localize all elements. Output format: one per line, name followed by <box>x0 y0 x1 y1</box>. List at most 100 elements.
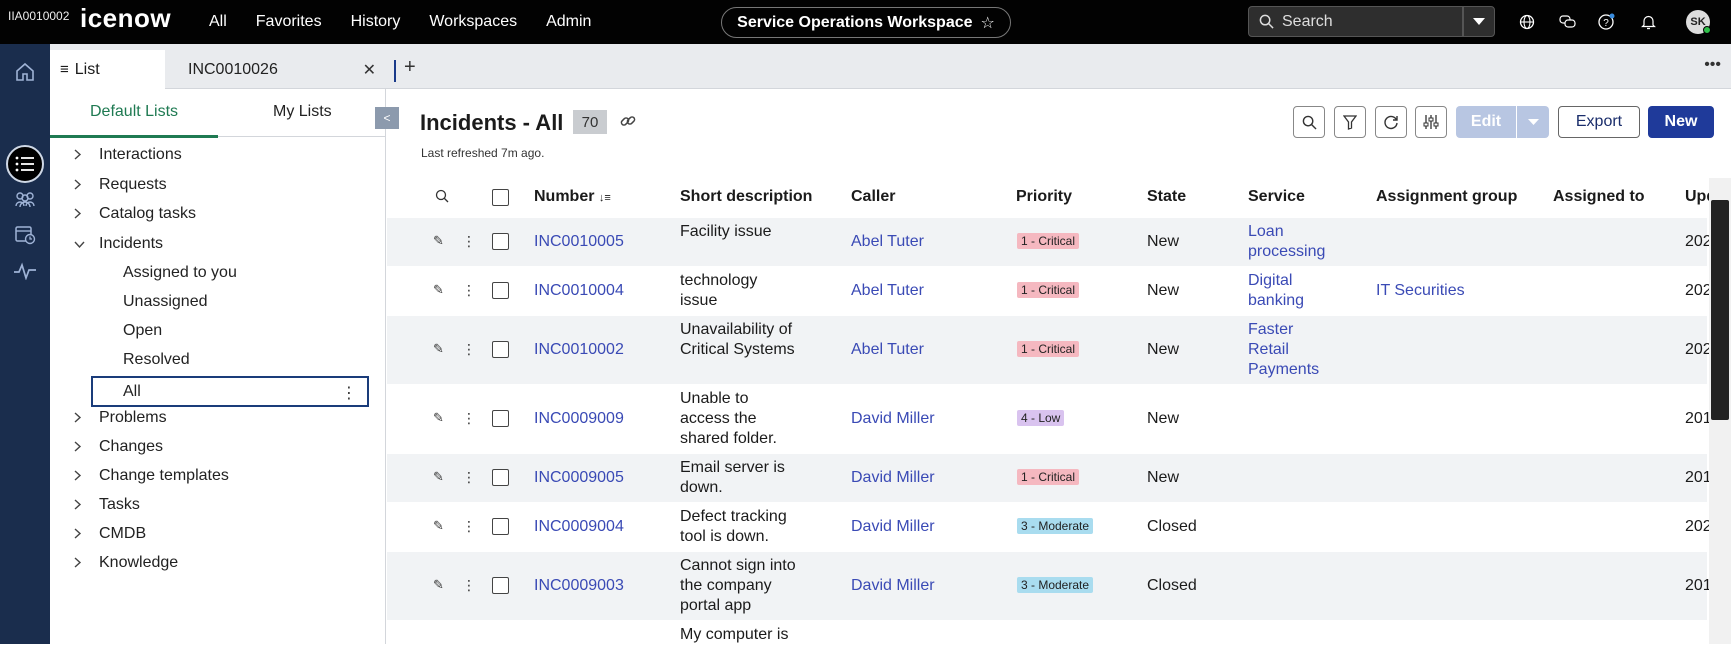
pencil-icon[interactable]: ✎ <box>433 577 444 593</box>
refresh-button[interactable] <box>1375 106 1407 138</box>
edit-dropdown-button[interactable] <box>1517 106 1549 138</box>
incident-number-link[interactable]: INC0010002 <box>534 340 624 360</box>
list-item[interactable]: Requests <box>50 170 386 200</box>
table-row[interactable]: ✎ ⋮ INC0009009 Unable to access the shared fo… <box>387 385 1712 453</box>
tab-default-lists[interactable]: Default Lists <box>90 103 178 121</box>
personalize-columns-button[interactable] <box>1415 106 1447 138</box>
workspace-selector[interactable]: Service Operations Workspace ☆ <box>721 7 1011 38</box>
table-row[interactable]: ✎ ⋮ INC0010002 Unavailability of Critical Sy… <box>387 316 1712 384</box>
caller-link[interactable]: Abel Tuter <box>851 281 924 301</box>
table-row[interactable]: ✎ ⋮ INC0009005 Email server is down. David Mi… <box>387 454 1712 502</box>
list-item[interactable]: Change templates <box>50 461 386 491</box>
add-tab-icon[interactable]: + <box>404 56 416 79</box>
close-icon[interactable]: ✕ <box>363 60 376 80</box>
nav-admin[interactable]: Admin <box>546 13 591 31</box>
table-row[interactable]: My computer is <box>387 621 1707 661</box>
service-link[interactable]: Faster Retail Payments <box>1248 320 1319 380</box>
incident-number-link[interactable]: INC0009009 <box>534 409 624 429</box>
groups-icon[interactable] <box>9 183 41 215</box>
row-menu-icon[interactable]: ⋮ <box>462 410 476 427</box>
incident-number-link[interactable]: INC0010005 <box>534 232 624 252</box>
tab-list[interactable]: ≡ List <box>50 50 165 89</box>
home-icon[interactable] <box>9 56 41 88</box>
col-service[interactable]: Service <box>1248 188 1305 206</box>
list-item[interactable]: Interactions <box>50 140 386 170</box>
filter-button[interactable] <box>1334 106 1366 138</box>
globe-icon[interactable] <box>1517 12 1537 32</box>
global-search[interactable]: Search <box>1248 6 1463 37</box>
col-assigned-to[interactable]: Assigned to <box>1553 188 1645 206</box>
list-item[interactable]: Unassigned <box>50 287 386 317</box>
new-button[interactable]: New <box>1648 106 1714 138</box>
caller-link[interactable]: David Miller <box>851 468 935 488</box>
row-menu-icon[interactable]: ⋮ <box>462 469 476 486</box>
table-row[interactable]: ✎ ⋮ INC0009003 Cannot sign into the company p… <box>387 552 1712 620</box>
star-icon[interactable]: ☆ <box>981 13 995 33</box>
kebab-icon[interactable]: ⋮ <box>341 383 357 403</box>
nav-history[interactable]: History <box>351 13 401 31</box>
pencil-icon[interactable]: ✎ <box>433 341 444 357</box>
col-number[interactable]: Number ↓≡ <box>534 188 611 206</box>
pencil-icon[interactable]: ✎ <box>433 469 444 485</box>
col-short-description[interactable]: Short description <box>680 188 812 206</box>
edit-button[interactable]: Edit <box>1456 106 1516 138</box>
list-item[interactable]: Catalog tasks <box>50 199 386 229</box>
chevron-right-icon[interactable] <box>74 148 86 163</box>
list-item[interactable]: Tasks <box>50 490 386 520</box>
pulse-icon[interactable] <box>9 255 41 287</box>
row-checkbox[interactable] <box>492 282 509 299</box>
list-item[interactable]: CMDB <box>50 519 386 549</box>
list-item[interactable]: Open <box>50 316 386 346</box>
incident-number-link[interactable]: INC0009004 <box>534 517 624 537</box>
highlight-toggle-icon[interactable] <box>435 189 449 208</box>
row-menu-icon[interactable]: ⋮ <box>462 577 476 594</box>
pencil-icon[interactable]: ✎ <box>433 233 444 249</box>
export-button[interactable]: Export <box>1558 106 1640 138</box>
tab-my-lists[interactable]: My Lists <box>273 103 332 121</box>
more-icon[interactable]: ••• <box>1704 56 1721 74</box>
search-scope-dropdown[interactable] <box>1463 6 1495 37</box>
row-menu-icon[interactable]: ⋮ <box>462 341 476 358</box>
list-icon[interactable] <box>9 148 41 180</box>
assignment-group-link[interactable]: IT Securities <box>1376 281 1465 301</box>
row-checkbox[interactable] <box>492 341 509 358</box>
list-item[interactable]: Problems <box>50 403 386 433</box>
row-menu-icon[interactable]: ⋮ <box>462 282 476 299</box>
chevron-right-icon[interactable] <box>74 469 86 484</box>
chevron-right-icon[interactable] <box>74 556 86 571</box>
incident-number-link[interactable]: INC0010004 <box>534 281 624 301</box>
app-logo[interactable]: icenow <box>80 3 171 34</box>
collapse-sidebar-button[interactable]: < <box>375 107 399 129</box>
row-checkbox[interactable] <box>492 518 509 535</box>
chevron-right-icon[interactable] <box>74 527 86 542</box>
incident-number-link[interactable]: INC0009005 <box>534 468 624 488</box>
incident-number-link[interactable]: INC0009003 <box>534 576 624 596</box>
chevron-down-icon[interactable] <box>74 237 86 252</box>
chevron-right-icon[interactable] <box>74 498 86 513</box>
service-link[interactable]: Digital banking <box>1248 271 1304 311</box>
link-icon[interactable] <box>619 112 637 135</box>
search-list-button[interactable] <box>1293 106 1325 138</box>
chat-icon[interactable] <box>1557 12 1577 32</box>
col-state[interactable]: State <box>1147 188 1186 206</box>
col-priority[interactable]: Priority <box>1016 188 1072 206</box>
list-item[interactable]: Assigned to you <box>50 258 386 288</box>
pencil-icon[interactable]: ✎ <box>433 282 444 298</box>
calendar-clock-icon[interactable] <box>9 218 41 250</box>
row-checkbox[interactable] <box>492 233 509 250</box>
nav-favorites[interactable]: Favorites <box>256 13 322 31</box>
chevron-right-icon[interactable] <box>74 178 86 193</box>
chevron-right-icon[interactable] <box>74 411 86 426</box>
nav-all[interactable]: All <box>209 13 227 31</box>
list-item[interactable]: Resolved <box>50 345 386 375</box>
row-checkbox[interactable] <box>492 410 509 427</box>
caller-link[interactable]: David Miller <box>851 576 935 596</box>
caller-link[interactable]: Abel Tuter <box>851 340 924 360</box>
row-checkbox[interactable] <box>492 577 509 594</box>
list-item[interactable]: Knowledge <box>50 548 386 578</box>
service-link[interactable]: Loan processing <box>1248 222 1325 262</box>
bell-icon[interactable] <box>1638 12 1658 32</box>
chevron-right-icon[interactable] <box>74 440 86 455</box>
caller-link[interactable]: David Miller <box>851 517 935 537</box>
select-all-checkbox[interactable] <box>492 189 509 206</box>
